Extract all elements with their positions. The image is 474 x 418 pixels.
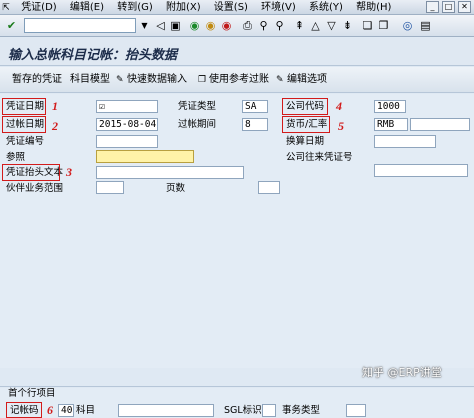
next-page-icon[interactable]: ▽ (324, 18, 339, 33)
company-code-input[interactable]: 1000 (374, 100, 406, 113)
translation-date-label: 换算日期 (286, 136, 325, 147)
doc-date-input[interactable]: ☑ (96, 100, 158, 113)
annotation-4: 4 (336, 99, 342, 113)
layout-menu-icon[interactable]: ▤ (418, 18, 433, 33)
first-line-item-section: 首个行项目 记帐码 6 40 科目 SGL标识 事务类型 (0, 388, 474, 418)
header-text-input[interactable] (96, 166, 244, 179)
exit-icon[interactable]: ◉ (203, 18, 218, 33)
menu-settings[interactable]: 设置(S) (208, 0, 252, 15)
period-input[interactable]: 8 (242, 118, 268, 131)
transaction-type-input[interactable] (346, 404, 366, 417)
shortcut-icon[interactable]: ❐ (376, 18, 391, 33)
highlight-box-2 (2, 116, 46, 133)
menu-system[interactable]: 系统(Y) (303, 0, 347, 15)
transaction-type-label: 事务类型 (282, 405, 321, 416)
reference-input[interactable] (96, 150, 194, 163)
account-label: 科目 (76, 405, 96, 416)
menu-help[interactable]: 帮助(H) (350, 0, 395, 15)
last-page-icon[interactable]: ⇟ (340, 18, 355, 33)
new-session-icon[interactable]: ❏ (360, 18, 375, 33)
close-icon[interactable]: ✕ (458, 1, 471, 13)
page-title: 输入总帐科目记帐：抬头数据 (8, 48, 178, 63)
first-page-icon[interactable]: ⇞ (292, 18, 307, 33)
save-icon[interactable]: ▣ (168, 18, 183, 33)
edit-options-icon: ✎ (276, 75, 284, 85)
enter-check-icon[interactable]: ✔ (4, 18, 19, 33)
standard-toolbar: ✔ ▼ ◁ ▣ ◉ ◉ ◉ ⎙ ⚲ ⚲ ⇞ △ ▽ ⇟ ❏ ❐ ◎ ▤ (0, 15, 474, 37)
currency-input[interactable]: RMB (374, 118, 408, 131)
highlight-box-3 (2, 164, 60, 181)
exchange-rate-input[interactable] (410, 118, 470, 131)
intercompany-input[interactable] (374, 164, 468, 177)
print-icon[interactable]: ⎙ (240, 18, 255, 33)
trading-partner-label: 伙伴业务范围 (6, 183, 64, 194)
back-icon[interactable]: ◉ (187, 18, 202, 33)
doc-type-label: 凭证类型 (178, 101, 217, 112)
command-field[interactable] (24, 18, 136, 33)
trading-partner-input[interactable] (96, 181, 124, 194)
sgl-indicator-label: SGL标识 (224, 405, 262, 416)
menu-bar: ⇱ 凭证(D) 编辑(E) 转到(G) 附加(X) 设置(S) 环境(V) 系统… (0, 0, 474, 15)
section-divider (0, 386, 474, 387)
period-label: 过帐期间 (178, 119, 217, 130)
highlight-box-1 (2, 98, 46, 115)
annotation-1: 1 (52, 99, 58, 113)
doc-number-input[interactable] (96, 135, 158, 148)
doc-type-input[interactable]: SA (242, 100, 268, 113)
account-model-button[interactable]: 科目模型 (70, 73, 110, 87)
annotation-6: 6 (47, 403, 53, 417)
reference-label: 参照 (6, 152, 26, 163)
command-dropdown-icon[interactable]: ▼ (137, 18, 152, 33)
header-data-form: 凭证日期 1 ☑ 过帐日期 2 2015-08-04 凭证编号 参照 凭证抬头文… (0, 94, 474, 368)
fast-entry-icon: ✎ (116, 75, 124, 85)
highlight-box-6 (6, 402, 42, 418)
application-toolbar: 暂存的凭证 科目模型 ✎ 快速数据输入 ❐ 使用参考过账 ✎ 编辑选项 (0, 67, 474, 93)
watermark: 知乎 @ERP讲堂 (362, 366, 442, 379)
posting-date-input[interactable]: 2015-08-04 (96, 118, 158, 131)
menu-document[interactable]: 凭证(D) (15, 0, 61, 15)
menu-edit[interactable]: 编辑(E) (64, 0, 108, 15)
annotation-5: 5 (338, 119, 344, 133)
reference-icon: ❐ (198, 75, 207, 85)
cancel-icon[interactable]: ◉ (219, 18, 234, 33)
first-line-item-title: 首个行项目 (8, 388, 56, 399)
maximize-icon[interactable]: □ (442, 1, 455, 13)
highlight-box-5 (282, 116, 330, 133)
post-with-reference-button[interactable]: 使用参考过账 (209, 73, 269, 87)
menu-arrow-icon[interactable]: ⇱ (0, 1, 12, 16)
menu-goto[interactable]: 转到(G) (111, 0, 157, 15)
account-input[interactable] (118, 404, 214, 417)
fast-entry-button[interactable]: 快速数据输入 (127, 73, 187, 87)
intercompany-label: 公司往来凭证号 (286, 152, 353, 163)
annotation-2: 2 (52, 119, 58, 133)
held-documents-button[interactable]: 暂存的凭证 (12, 73, 62, 87)
translation-date-input[interactable] (374, 135, 436, 148)
screen-title-bar: 输入总帐科目记帐：抬头数据 (0, 38, 474, 66)
posting-key-input[interactable]: 40 (58, 404, 74, 417)
menu-environment[interactable]: 环境(V) (255, 0, 300, 15)
annotation-3: 3 (66, 165, 72, 179)
menu-extras[interactable]: 附加(X) (160, 0, 205, 15)
prev-page-icon[interactable]: △ (308, 18, 323, 33)
history-icon[interactable]: ◁ (153, 18, 168, 33)
highlight-box-4 (282, 98, 328, 115)
minimize-icon[interactable]: _ (426, 1, 439, 13)
edit-options-button[interactable]: 编辑选项 (287, 73, 327, 87)
find-next-icon[interactable]: ⚲ (272, 18, 287, 33)
doc-number-label: 凭证编号 (6, 136, 45, 147)
find-icon[interactable]: ⚲ (256, 18, 271, 33)
page-input[interactable] (258, 181, 280, 194)
sgl-indicator-input[interactable] (262, 404, 276, 417)
page-label: 页数 (166, 183, 186, 194)
help-icon[interactable]: ◎ (400, 18, 415, 33)
